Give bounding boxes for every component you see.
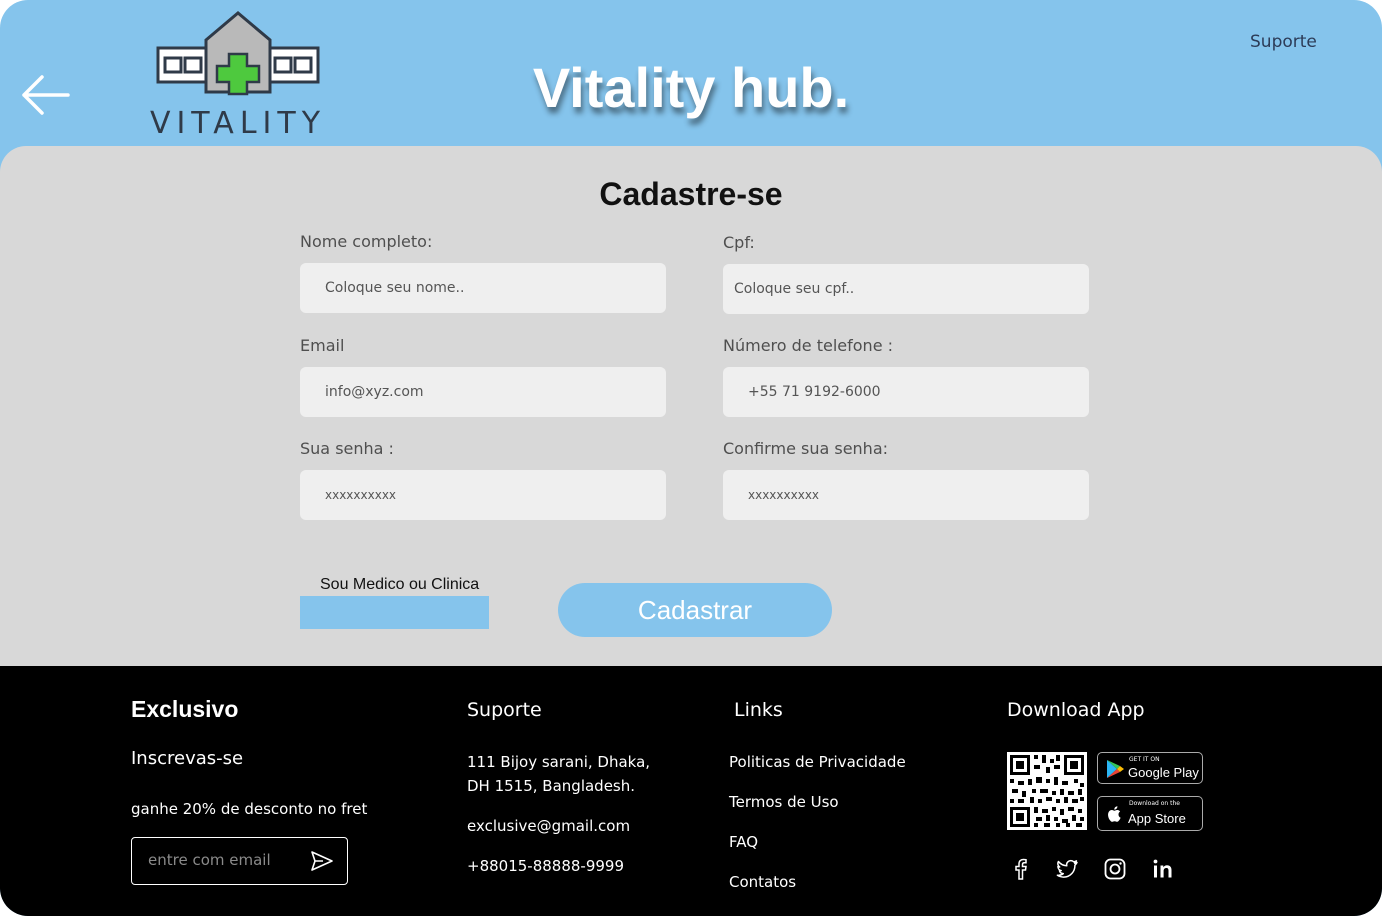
- cpf-input[interactable]: [723, 264, 1089, 314]
- footer-download-title: Download App: [1007, 699, 1145, 721]
- footer-link-contacts[interactable]: Contatos: [729, 870, 796, 894]
- twitter-icon[interactable]: [1054, 856, 1080, 882]
- footer-discount-text: ganhe 20% de desconto no fret: [131, 800, 368, 818]
- google-play-text: Google Play: [1128, 765, 1199, 780]
- newsletter-box: [131, 837, 348, 885]
- phone-input[interactable]: [723, 367, 1089, 417]
- footer-subscribe-title: Inscrevas-se: [131, 748, 244, 769]
- app-store-button[interactable]: Download on the App Store: [1097, 796, 1203, 831]
- support-link[interactable]: Suporte: [1250, 32, 1317, 52]
- google-play-button[interactable]: GET IT ON Google Play: [1097, 752, 1203, 784]
- send-icon[interactable]: [310, 850, 334, 872]
- footer-link-faq[interactable]: FAQ: [729, 830, 758, 854]
- footer-support-phone[interactable]: +88015-88888-9999: [467, 854, 624, 878]
- doctor-checkbox-label: Sou Medico ou Clinica: [320, 576, 480, 593]
- name-input[interactable]: [300, 263, 666, 313]
- footer: Exclusivo Inscrevas-se ganhe 20% de desc…: [0, 666, 1382, 916]
- footer-address-line1: 111 Bijoy sarani, Dhaka,: [467, 753, 651, 771]
- confirm-password-label: Confirme sua senha:: [723, 439, 889, 458]
- password-label: Sua senha :: [300, 439, 394, 458]
- email-input[interactable]: [300, 367, 666, 417]
- footer-address-line2: DH 1515, Bangladesh.: [467, 777, 636, 795]
- google-play-icon: [1107, 760, 1124, 778]
- brand-title: Vitality hub.: [532, 56, 850, 119]
- doctor-checkbox[interactable]: [300, 596, 489, 629]
- qr-code: [1007, 752, 1087, 830]
- newsletter-email-input[interactable]: [146, 850, 300, 870]
- footer-support-title: Suporte: [467, 699, 542, 721]
- facebook-icon[interactable]: [1008, 856, 1034, 882]
- footer-exclusive-title: Exclusivo: [131, 696, 239, 722]
- password-input[interactable]: [300, 470, 666, 520]
- confirm-password-input[interactable]: [723, 470, 1089, 520]
- app-store-text: App Store: [1128, 811, 1186, 826]
- apple-icon: [1108, 806, 1121, 822]
- cpf-label: Cpf:: [723, 233, 755, 252]
- form-title: Cadastre-se: [599, 176, 783, 212]
- footer-link-privacy[interactable]: Politicas de Privacidade: [729, 750, 906, 774]
- app-store-small-text: Download on the: [1129, 800, 1180, 807]
- google-play-small-text: GET IT ON: [1129, 756, 1160, 763]
- footer-link-terms[interactable]: Termos de Uso: [729, 790, 839, 814]
- email-label: Email: [300, 336, 345, 355]
- instagram-icon[interactable]: [1102, 856, 1128, 882]
- name-label: Nome completo:: [300, 232, 433, 251]
- footer-support-email[interactable]: exclusive@gmail.com: [467, 814, 630, 838]
- register-button[interactable]: Cadastrar: [558, 583, 832, 637]
- linkedin-icon[interactable]: [1150, 856, 1176, 882]
- phone-label: Número de telefone :: [723, 336, 894, 355]
- footer-links-title: Links: [734, 699, 783, 721]
- app-window: VITALITY Vitality hub. Suporte Cadastre-…: [0, 0, 1382, 916]
